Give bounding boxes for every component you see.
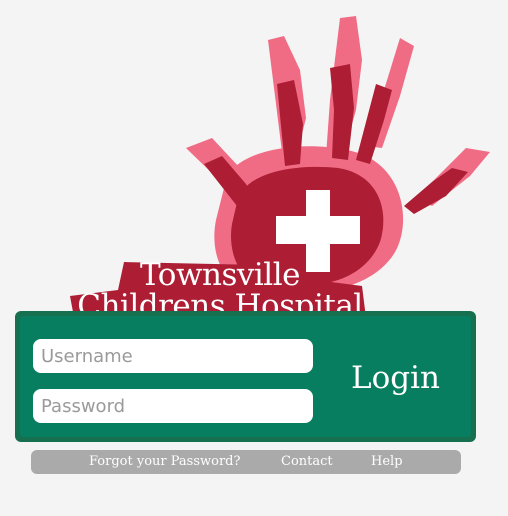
login-button[interactable]: Login	[351, 360, 440, 396]
footer-links-bar: Forgot your Password? Contact Help	[31, 450, 461, 474]
contact-link[interactable]: Contact	[281, 454, 333, 470]
password-input[interactable]	[33, 389, 313, 423]
forgot-password-link[interactable]: Forgot your Password?	[89, 454, 240, 470]
username-input[interactable]	[33, 339, 313, 373]
brand-title-line1: Townsville	[140, 257, 300, 293]
login-panel: Login	[15, 311, 476, 442]
help-link[interactable]: Help	[371, 454, 403, 470]
